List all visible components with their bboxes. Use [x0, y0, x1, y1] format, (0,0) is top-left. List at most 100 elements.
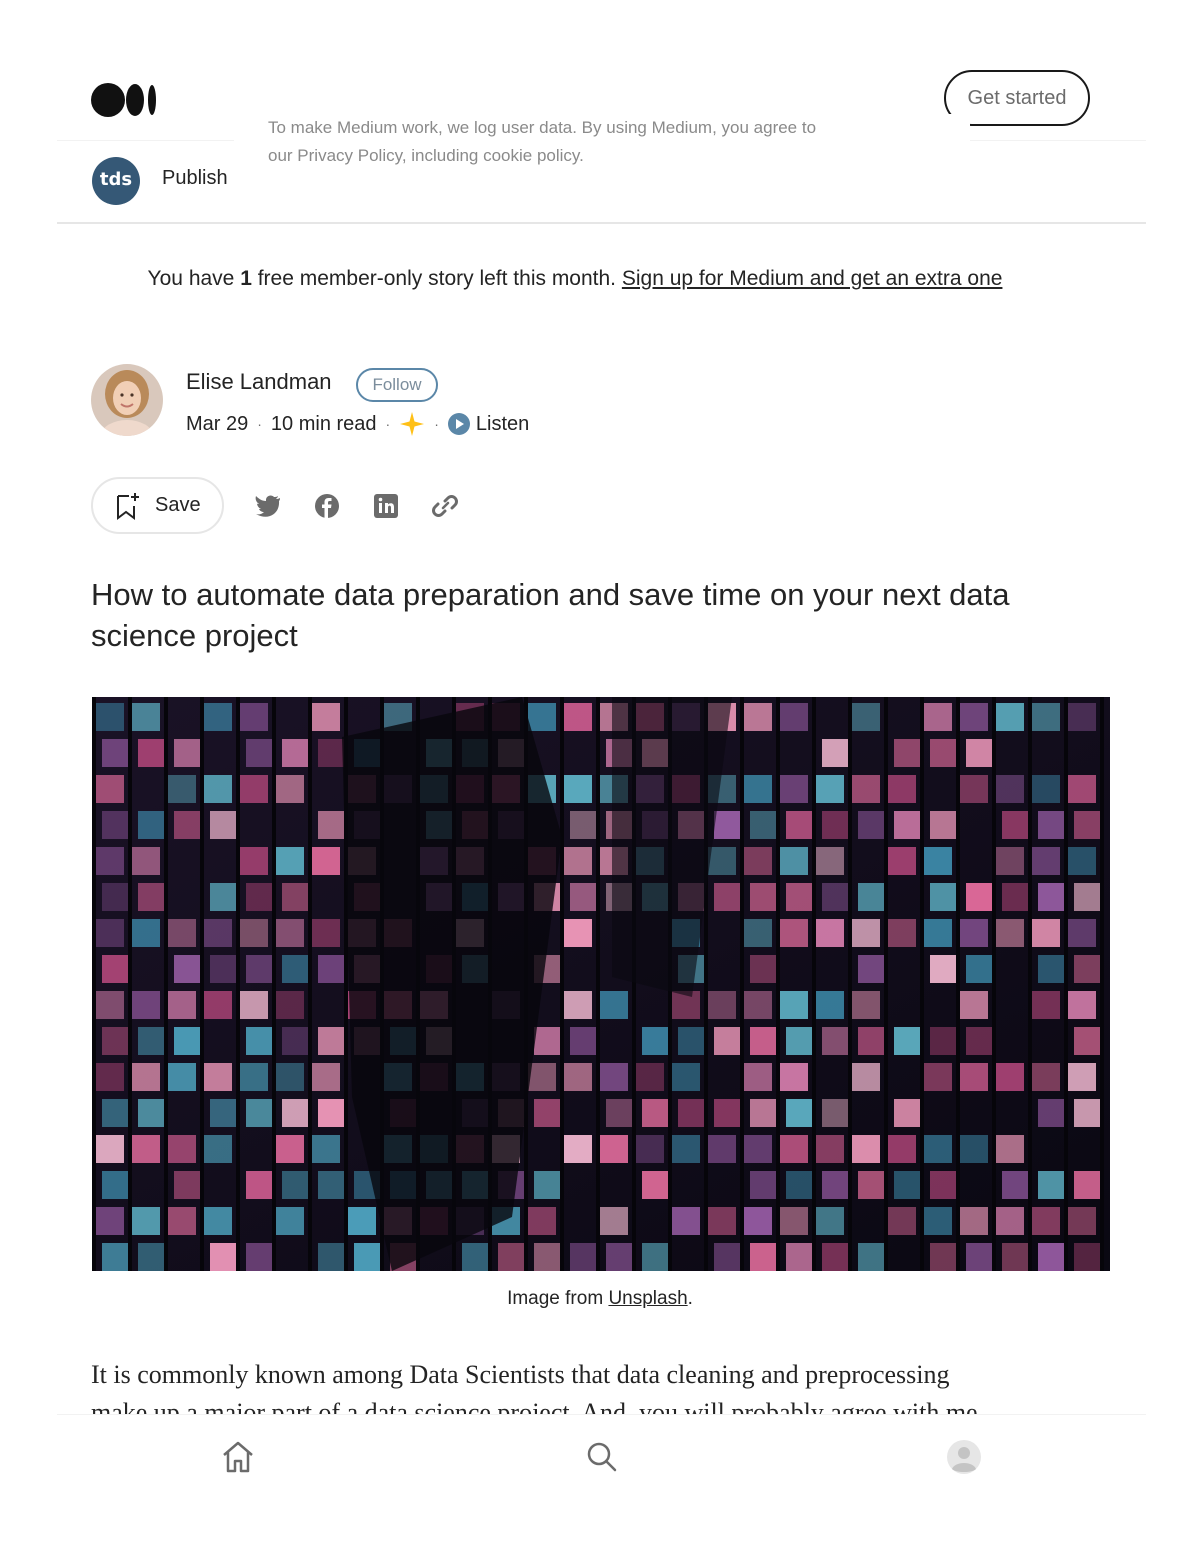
- window-pane: [102, 1243, 130, 1271]
- link-icon[interactable]: [431, 492, 459, 520]
- window-pane: [780, 847, 808, 875]
- window-pane: [168, 1063, 196, 1091]
- play-icon[interactable]: [447, 413, 470, 435]
- window-pane: [96, 1135, 124, 1163]
- window-pane: [174, 1027, 202, 1055]
- window-pane: [318, 739, 346, 767]
- window-pane: [312, 919, 340, 947]
- article-meta: Mar 29 · 10 min read · · Listen: [186, 410, 529, 438]
- window-pane: [204, 1135, 232, 1163]
- follow-button[interactable]: Follow: [356, 368, 438, 402]
- window-pane: [996, 1135, 1024, 1163]
- window-pane: [282, 1027, 310, 1055]
- window-pane: [930, 955, 958, 983]
- window-pane: [930, 1027, 958, 1055]
- window-pane: [354, 1243, 382, 1271]
- window-pane: [780, 775, 808, 803]
- window-pane: [822, 883, 850, 911]
- publish-label[interactable]: Publish: [162, 167, 228, 190]
- window-pane: [858, 1171, 886, 1199]
- window-pane: [1038, 883, 1066, 911]
- listen-button[interactable]: Listen: [476, 413, 529, 436]
- window-pane: [102, 955, 130, 983]
- window-pane: [174, 739, 202, 767]
- cookie-line-2: our Privacy Policy, including cookie pol…: [268, 146, 584, 165]
- window-mullion: [920, 697, 924, 1271]
- window-pane: [714, 1099, 742, 1127]
- signup-link[interactable]: Sign up for Medium and get an extra one: [622, 267, 1003, 290]
- window-pane: [312, 1135, 340, 1163]
- window-pane: [1074, 1243, 1102, 1271]
- window-pane: [858, 955, 886, 983]
- window-pane: [966, 739, 994, 767]
- window-pane: [1038, 955, 1066, 983]
- author-name[interactable]: Elise Landman: [186, 369, 332, 395]
- publish-date: Mar 29: [186, 412, 249, 435]
- unsplash-link[interactable]: Unsplash: [608, 1288, 687, 1309]
- author-avatar[interactable]: [91, 364, 163, 436]
- window-pane: [894, 739, 922, 767]
- window-pane: [534, 1243, 562, 1271]
- window-pane: [564, 1135, 592, 1163]
- window-pane: [210, 1099, 238, 1127]
- hero-image: [92, 697, 1110, 1271]
- window-pane: [930, 1243, 958, 1271]
- bottom-navigation: [57, 1414, 1146, 1553]
- window-pane: [678, 1099, 706, 1127]
- publication-logo[interactable]: tds: [92, 157, 140, 205]
- window-pane: [138, 1243, 166, 1271]
- window-pane: [1038, 1171, 1066, 1199]
- window-pane: [750, 1099, 778, 1127]
- window-pane: [750, 1027, 778, 1055]
- window-mullion: [776, 697, 780, 1271]
- window-pane: [786, 883, 814, 911]
- window-pane: [852, 703, 880, 731]
- window-pane: [1038, 1243, 1066, 1271]
- linkedin-icon[interactable]: [372, 492, 400, 520]
- window-pane: [636, 1063, 664, 1091]
- window-mullion: [236, 697, 240, 1271]
- window-pane: [204, 919, 232, 947]
- window-mullion: [308, 697, 312, 1271]
- window-pane: [564, 1063, 592, 1091]
- facebook-icon[interactable]: [313, 492, 341, 520]
- building-at-night-image: [92, 697, 1110, 1271]
- window-pane: [600, 991, 628, 1019]
- window-pane: [714, 1027, 742, 1055]
- window-pane: [96, 703, 124, 731]
- window-pane: [1002, 811, 1030, 839]
- banner-middle: free member-only story left this month.: [251, 267, 622, 290]
- window-pane: [816, 919, 844, 947]
- home-icon[interactable]: [220, 1439, 256, 1475]
- window-pane: [1032, 775, 1060, 803]
- window-pane: [744, 991, 772, 1019]
- window-pane: [894, 1027, 922, 1055]
- search-icon[interactable]: [584, 1439, 620, 1475]
- banner-prefix: You have: [147, 267, 241, 290]
- profile-icon[interactable]: [946, 1439, 982, 1475]
- window-pane: [246, 1099, 274, 1127]
- save-button[interactable]: Save: [91, 477, 224, 534]
- window-pane: [966, 883, 994, 911]
- window-pane: [564, 919, 592, 947]
- window-pane: [930, 739, 958, 767]
- page: Get started tds Publish To make Medium w…: [0, 0, 1200, 1553]
- window-pane: [780, 1207, 808, 1235]
- window-pane: [534, 1027, 562, 1055]
- window-pane: [96, 847, 124, 875]
- window-pane: [960, 1207, 988, 1235]
- window-pane: [276, 919, 304, 947]
- window-pane: [822, 1171, 850, 1199]
- window-pane: [708, 1135, 736, 1163]
- medium-logo[interactable]: [91, 80, 161, 120]
- window-pane: [1038, 811, 1066, 839]
- window-pane: [1074, 955, 1102, 983]
- window-pane: [564, 991, 592, 1019]
- window-pane: [750, 883, 778, 911]
- twitter-icon[interactable]: [254, 492, 282, 520]
- window-pane: [564, 775, 592, 803]
- article-title: How to automate data preparation and sav…: [91, 577, 1010, 653]
- member-banner: You have 1 free member-only story left t…: [0, 267, 1150, 291]
- window-pane: [960, 1135, 988, 1163]
- window-pane: [1038, 1099, 1066, 1127]
